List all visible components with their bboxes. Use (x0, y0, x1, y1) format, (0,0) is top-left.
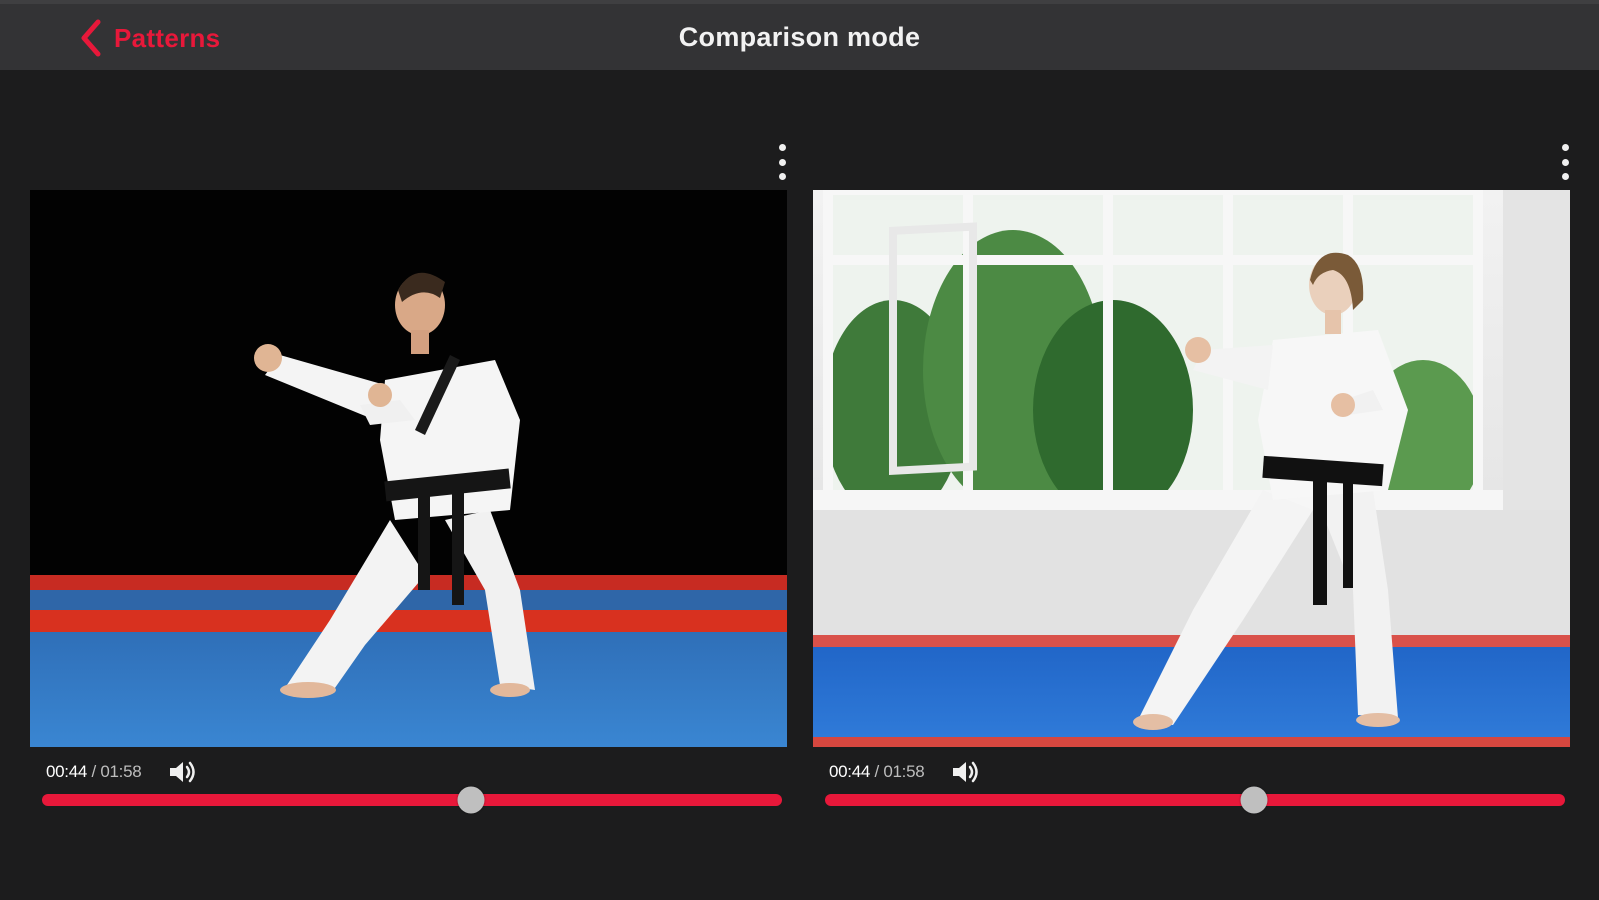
seek-thumb[interactable] (1240, 786, 1268, 814)
seek-thumb[interactable] (457, 786, 485, 814)
time-separator: / (874, 762, 879, 781)
video-frame-female-athlete (813, 190, 1570, 747)
playback-controls-left: 00:44 / 01:58 (30, 752, 787, 814)
current-time: 00:44 (46, 762, 88, 781)
video-player-right[interactable] (813, 190, 1570, 747)
time-separator: / (91, 762, 96, 781)
page-title: Comparison mode (678, 22, 921, 52)
video-panel-left: 00:44 / 01:58 (30, 140, 790, 820)
top-bar: Patterns Comparison mode (0, 0, 1599, 70)
duration: 01:58 (100, 762, 142, 781)
more-vertical-icon[interactable] (1557, 144, 1573, 180)
time-readout: 00:44 / 01:58 (46, 762, 142, 782)
more-vertical-icon[interactable] (774, 144, 790, 180)
current-time: 00:44 (829, 762, 871, 781)
comparison-screen: Patterns Comparison mode 00:44 / 01:58 0… (0, 0, 1599, 900)
playback-controls-right: 00:44 / 01:58 (813, 752, 1570, 814)
video-frame-male-athlete (30, 190, 787, 747)
video-player-left[interactable] (30, 190, 787, 747)
volume-icon[interactable] (167, 758, 197, 786)
duration: 01:58 (883, 762, 925, 781)
time-readout: 00:44 / 01:58 (829, 762, 925, 782)
video-panel-right: 00:44 / 01:58 (813, 140, 1573, 820)
seek-bar[interactable] (825, 786, 1565, 814)
volume-icon[interactable] (950, 758, 980, 786)
seek-bar[interactable] (42, 786, 782, 814)
